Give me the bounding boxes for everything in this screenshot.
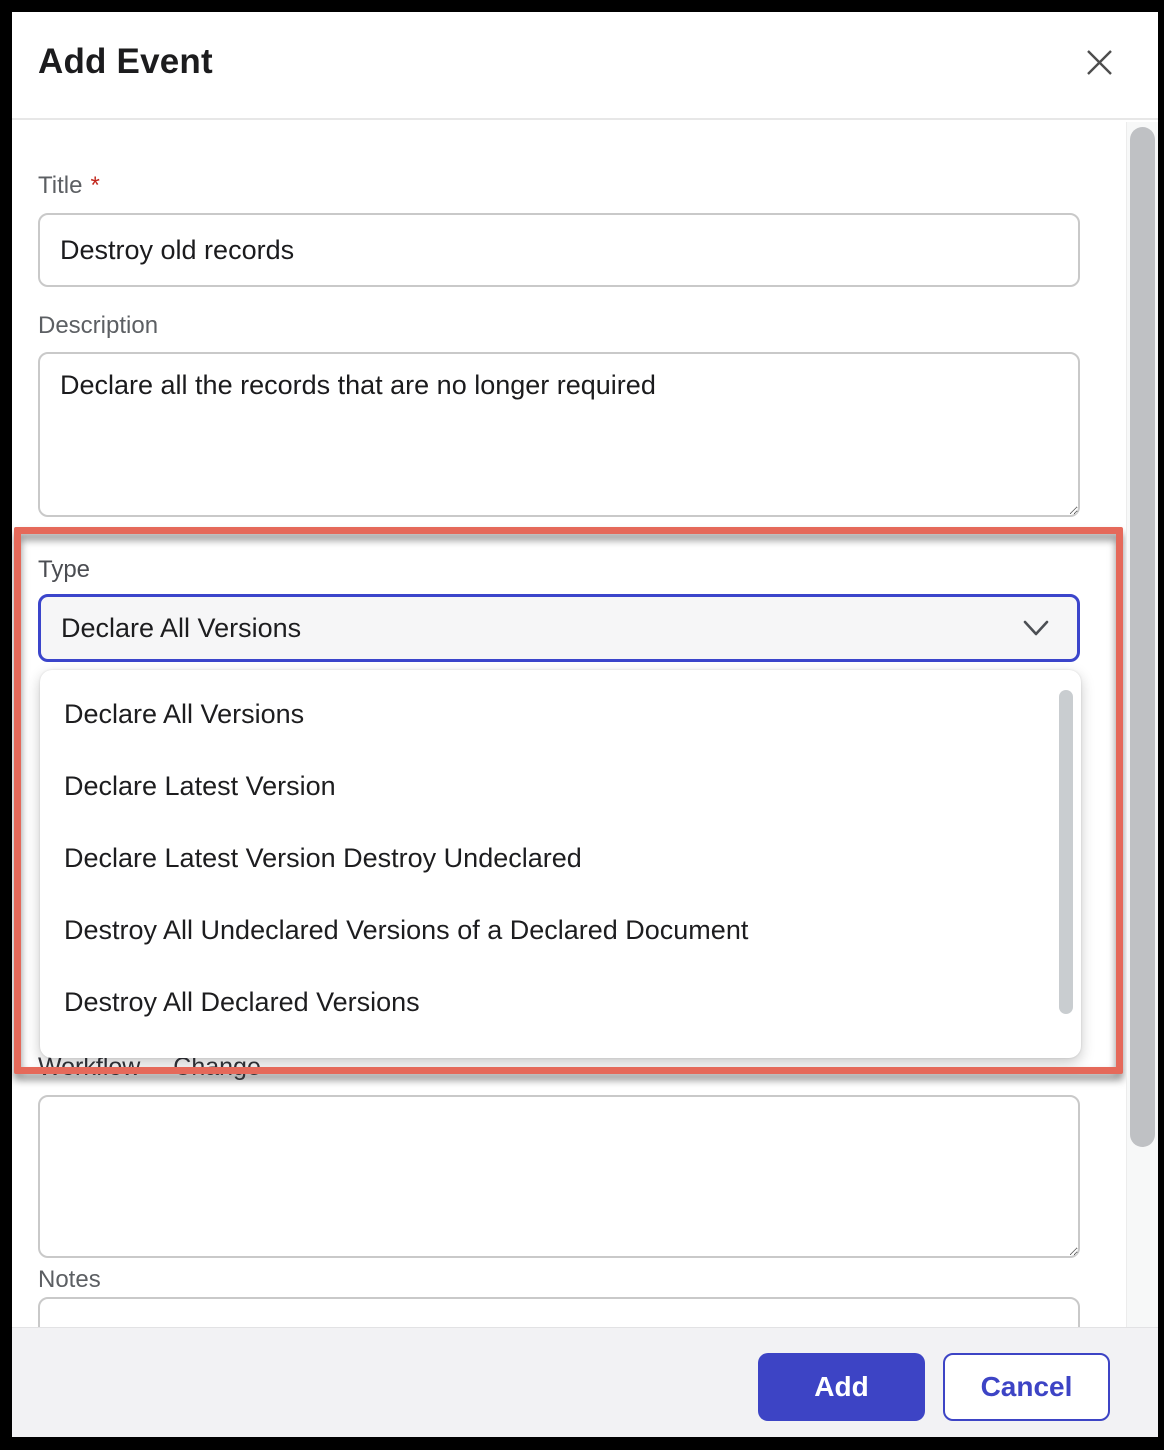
workflow-change-textarea[interactable]	[38, 1095, 1080, 1258]
description-label-text: Description	[38, 312, 158, 339]
type-select-value: Declare All Versions	[61, 613, 301, 644]
type-option[interactable]: Destroy All Undeclared Versions of a Dec…	[40, 894, 1081, 966]
title-label: Title *	[38, 172, 100, 200]
description-label: Description	[38, 312, 158, 340]
dialog-header: Add Event	[12, 12, 1158, 120]
type-option[interactable]: Declare Latest Version	[40, 750, 1081, 822]
notes-label-text: Notes	[38, 1266, 101, 1293]
add-button[interactable]: Add	[758, 1353, 925, 1421]
title-input[interactable]	[38, 213, 1080, 287]
close-icon	[1086, 49, 1113, 76]
type-select[interactable]: Declare All Versions	[38, 594, 1080, 662]
type-label: Type	[38, 556, 90, 584]
type-dropdown-panel: Declare All VersionsDeclare Latest Versi…	[40, 670, 1081, 1058]
scrollbar-thumb[interactable]	[1130, 127, 1155, 1147]
type-option[interactable]: Declare Latest Version Destroy Undeclare…	[40, 822, 1081, 894]
type-label-text: Type	[38, 556, 90, 583]
type-option[interactable]: Destroy All Declared Versions	[40, 966, 1081, 1038]
close-button[interactable]	[1077, 40, 1121, 84]
screenshot-frame: Add Event Title * Description Declare all…	[0, 0, 1164, 1450]
scrollbar-track[interactable]	[1126, 122, 1158, 1327]
dialog-title: Add Event	[38, 42, 213, 82]
type-option[interactable]: Declare All Versions	[40, 678, 1081, 750]
required-asterisk: *	[90, 172, 99, 199]
add-event-dialog: Add Event Title * Description Declare all…	[12, 12, 1158, 1437]
cancel-button[interactable]: Cancel	[943, 1353, 1110, 1421]
notes-label: Notes	[38, 1266, 101, 1294]
title-label-text: Title	[38, 172, 82, 199]
description-textarea[interactable]: Declare all the records that are no long…	[38, 352, 1080, 517]
dropdown-scrollbar-thumb[interactable]	[1059, 690, 1073, 1014]
dialog-footer: Add Cancel	[12, 1327, 1158, 1437]
chevron-down-icon	[1021, 617, 1051, 639]
